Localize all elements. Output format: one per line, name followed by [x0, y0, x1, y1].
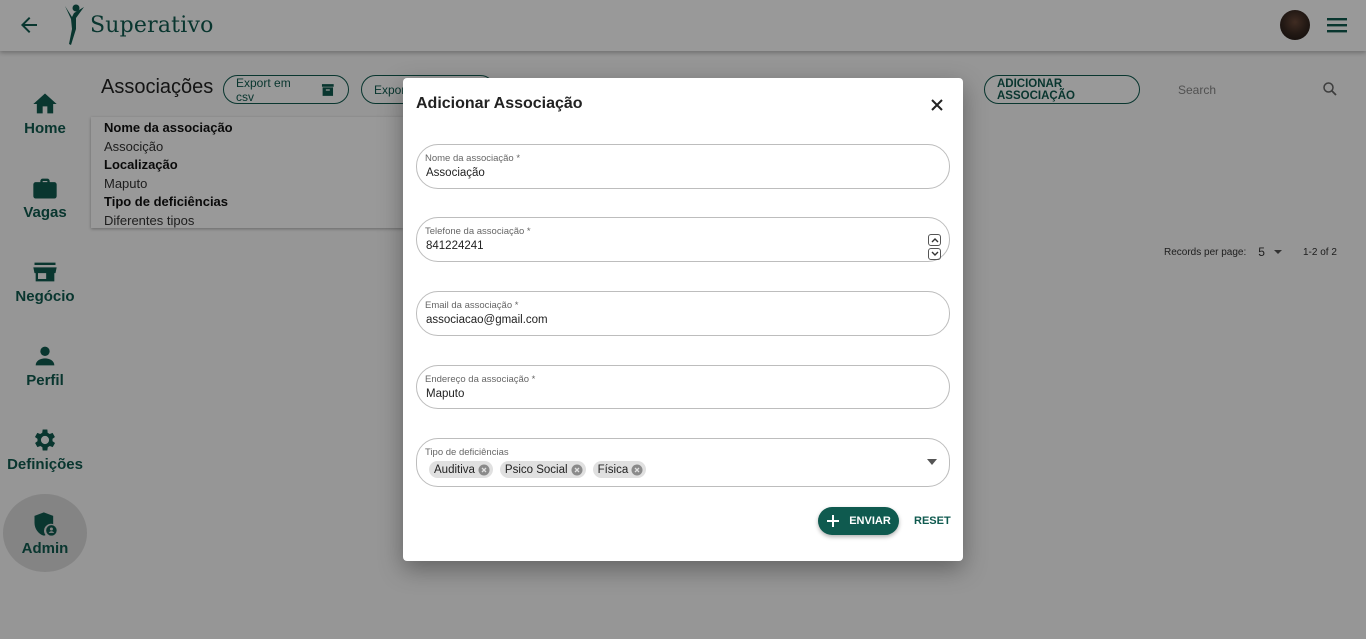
association-email-field[interactable]: Email da associação * associacao@gmail.c…: [416, 291, 950, 336]
chip-label: Psico Social: [504, 463, 568, 476]
chip[interactable]: Física: [592, 461, 647, 478]
field-value[interactable]: Maputo: [426, 388, 464, 400]
reset-button[interactable]: RESET: [914, 515, 951, 527]
chip-remove-icon[interactable]: [631, 464, 643, 476]
chip-label: Física: [597, 463, 629, 476]
send-label: ENVIAR: [849, 515, 891, 527]
field-value[interactable]: Associação: [426, 167, 485, 179]
dropdown-arrow-icon[interactable]: [927, 459, 937, 465]
chip[interactable]: Psico Social: [499, 461, 586, 478]
stepper-up-icon[interactable]: [928, 234, 941, 246]
chip-remove-icon[interactable]: [571, 464, 583, 476]
association-name-field[interactable]: Nome da associação * Associação: [416, 144, 950, 189]
chip-list: Auditiva Psico Social Física: [429, 461, 647, 478]
association-address-field[interactable]: Endereço da associação * Maputo: [416, 365, 950, 409]
disability-types-select[interactable]: Tipo de deficiências Auditiva Psico Soci…: [416, 438, 950, 487]
plus-icon: [827, 515, 840, 527]
chip-label: Auditiva: [434, 463, 475, 476]
chip-remove-icon[interactable]: [478, 464, 490, 476]
chip[interactable]: Auditiva: [429, 461, 493, 478]
field-label: Nome da associação *: [425, 153, 521, 164]
field-label: Telefone da associação *: [425, 226, 531, 237]
dialog-title: Adicionar Associação: [416, 95, 583, 112]
number-stepper[interactable]: [928, 234, 941, 260]
association-phone-field[interactable]: Telefone da associação * 841224241: [416, 217, 950, 262]
field-label: Endereço da associação *: [425, 374, 536, 385]
field-label: Tipo de deficiências: [425, 447, 509, 458]
close-icon[interactable]: [927, 95, 947, 115]
field-value[interactable]: 841224241: [426, 240, 484, 252]
send-button[interactable]: ENVIAR: [818, 507, 899, 535]
field-label: Email da associação *: [425, 300, 519, 311]
stepper-down-icon[interactable]: [928, 248, 941, 260]
field-value[interactable]: associacao@gmail.com: [426, 314, 548, 326]
add-association-dialog: Adicionar Associação Nome da associação …: [403, 78, 963, 561]
